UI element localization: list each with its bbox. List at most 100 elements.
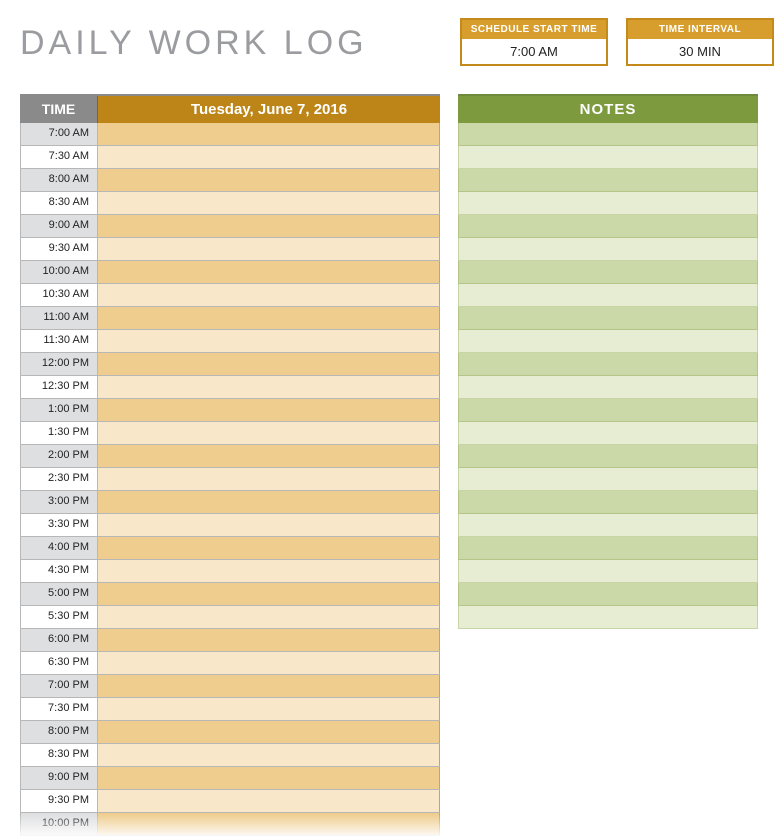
schedule-row: 5:00 PM (20, 583, 440, 606)
schedule-time-cell: 6:00 PM (20, 629, 98, 651)
schedule-entry-cell[interactable] (98, 606, 440, 628)
schedule-row: 9:30 AM (20, 238, 440, 261)
notes-row[interactable] (458, 468, 758, 491)
schedule-entry-cell[interactable] (98, 123, 440, 145)
schedule-time-cell: 8:30 PM (20, 744, 98, 766)
schedule-time-cell: 3:30 PM (20, 514, 98, 536)
notes-row[interactable] (458, 422, 758, 445)
schedule-row: 8:00 AM (20, 169, 440, 192)
schedule-entry-cell[interactable] (98, 261, 440, 283)
schedule-entry-cell[interactable] (98, 813, 440, 835)
config-interval: TIME INTERVAL 30 MIN (626, 18, 774, 66)
schedule-time-cell: 7:30 PM (20, 698, 98, 720)
schedule-time-cell: 4:30 PM (20, 560, 98, 582)
config-interval-value[interactable]: 30 MIN (628, 39, 772, 64)
notes-row[interactable] (458, 445, 758, 468)
schedule-entry-cell[interactable] (98, 675, 440, 697)
schedule-time-cell: 5:30 PM (20, 606, 98, 628)
notes-row[interactable] (458, 376, 758, 399)
schedule-entry-cell[interactable] (98, 146, 440, 168)
schedule-entry-cell[interactable] (98, 399, 440, 421)
notes-row[interactable] (458, 307, 758, 330)
notes-row[interactable] (458, 606, 758, 629)
schedule-time-cell: 10:00 AM (20, 261, 98, 283)
schedule-entry-cell[interactable] (98, 192, 440, 214)
schedule-time-cell: 10:00 PM (20, 813, 98, 835)
notes-row[interactable] (458, 284, 758, 307)
notes-row[interactable] (458, 491, 758, 514)
config-start-time-label: SCHEDULE START TIME (462, 20, 606, 39)
schedule-entry-cell[interactable] (98, 629, 440, 651)
schedule-time-cell: 8:00 AM (20, 169, 98, 191)
schedule-entry-cell[interactable] (98, 698, 440, 720)
schedule-entry-cell[interactable] (98, 767, 440, 789)
schedule-entry-cell[interactable] (98, 744, 440, 766)
schedule-row: 7:30 PM (20, 698, 440, 721)
schedule-row: 9:00 AM (20, 215, 440, 238)
schedule-entry-cell[interactable] (98, 514, 440, 536)
schedule-entry-cell[interactable] (98, 445, 440, 467)
notes-row[interactable] (458, 399, 758, 422)
notes-row[interactable] (458, 537, 758, 560)
notes-row[interactable] (458, 560, 758, 583)
schedule-time-cell: 9:00 AM (20, 215, 98, 237)
notes-row[interactable] (458, 330, 758, 353)
schedule-time-cell: 1:30 PM (20, 422, 98, 444)
schedule-header-time: TIME (20, 96, 98, 123)
schedule-entry-cell[interactable] (98, 330, 440, 352)
schedule-time-cell: 7:30 AM (20, 146, 98, 168)
schedule-row: 2:30 PM (20, 468, 440, 491)
schedule-time-cell: 11:30 AM (20, 330, 98, 352)
schedule-row: 10:30 AM (20, 284, 440, 307)
schedule-row: 5:30 PM (20, 606, 440, 629)
schedule-time-cell: 2:30 PM (20, 468, 98, 490)
config-start-time-value[interactable]: 7:00 AM (462, 39, 606, 64)
schedule-time-cell: 12:00 PM (20, 353, 98, 375)
schedule-entry-cell[interactable] (98, 376, 440, 398)
schedule-time-cell: 7:00 AM (20, 123, 98, 145)
schedule-entry-cell[interactable] (98, 491, 440, 513)
notes-row[interactable] (458, 169, 758, 192)
schedule-row: 7:30 AM (20, 146, 440, 169)
schedule-entry-cell[interactable] (98, 468, 440, 490)
schedule-entry-cell[interactable] (98, 307, 440, 329)
notes-panel: NOTES (458, 94, 758, 629)
schedule-entry-cell[interactable] (98, 422, 440, 444)
schedule-entry-cell[interactable] (98, 215, 440, 237)
schedule-time-cell: 12:30 PM (20, 376, 98, 398)
notes-row[interactable] (458, 215, 758, 238)
schedule-row: 8:30 PM (20, 744, 440, 767)
schedule-time-cell: 2:00 PM (20, 445, 98, 467)
schedule-entry-cell[interactable] (98, 583, 440, 605)
notes-row[interactable] (458, 123, 758, 146)
schedule-row: 4:30 PM (20, 560, 440, 583)
schedule-row: 6:30 PM (20, 652, 440, 675)
schedule-table: TIME Tuesday, June 7, 2016 7:00 AM7:30 A… (20, 94, 440, 836)
notes-row[interactable] (458, 514, 758, 537)
schedule-row: 1:00 PM (20, 399, 440, 422)
notes-row[interactable] (458, 261, 758, 284)
schedule-row: 10:00 PM (20, 813, 440, 836)
schedule-entry-cell[interactable] (98, 652, 440, 674)
schedule-entry-cell[interactable] (98, 353, 440, 375)
schedule-entry-cell[interactable] (98, 537, 440, 559)
notes-row[interactable] (458, 353, 758, 376)
schedule-entry-cell[interactable] (98, 560, 440, 582)
notes-header: NOTES (458, 96, 758, 123)
notes-row[interactable] (458, 238, 758, 261)
schedule-entry-cell[interactable] (98, 284, 440, 306)
page-title: DAILY WORK LOG (20, 18, 440, 63)
schedule-entry-cell[interactable] (98, 238, 440, 260)
config-interval-label: TIME INTERVAL (628, 20, 772, 39)
schedule-row: 6:00 PM (20, 629, 440, 652)
schedule-entry-cell[interactable] (98, 169, 440, 191)
schedule-time-cell: 5:00 PM (20, 583, 98, 605)
schedule-entry-cell[interactable] (98, 721, 440, 743)
schedule-row: 9:00 PM (20, 767, 440, 790)
schedule-header-date: Tuesday, June 7, 2016 (98, 96, 440, 123)
schedule-entry-cell[interactable] (98, 790, 440, 812)
notes-row[interactable] (458, 583, 758, 606)
notes-row[interactable] (458, 192, 758, 215)
notes-row[interactable] (458, 146, 758, 169)
config-start-time: SCHEDULE START TIME 7:00 AM (460, 18, 608, 66)
